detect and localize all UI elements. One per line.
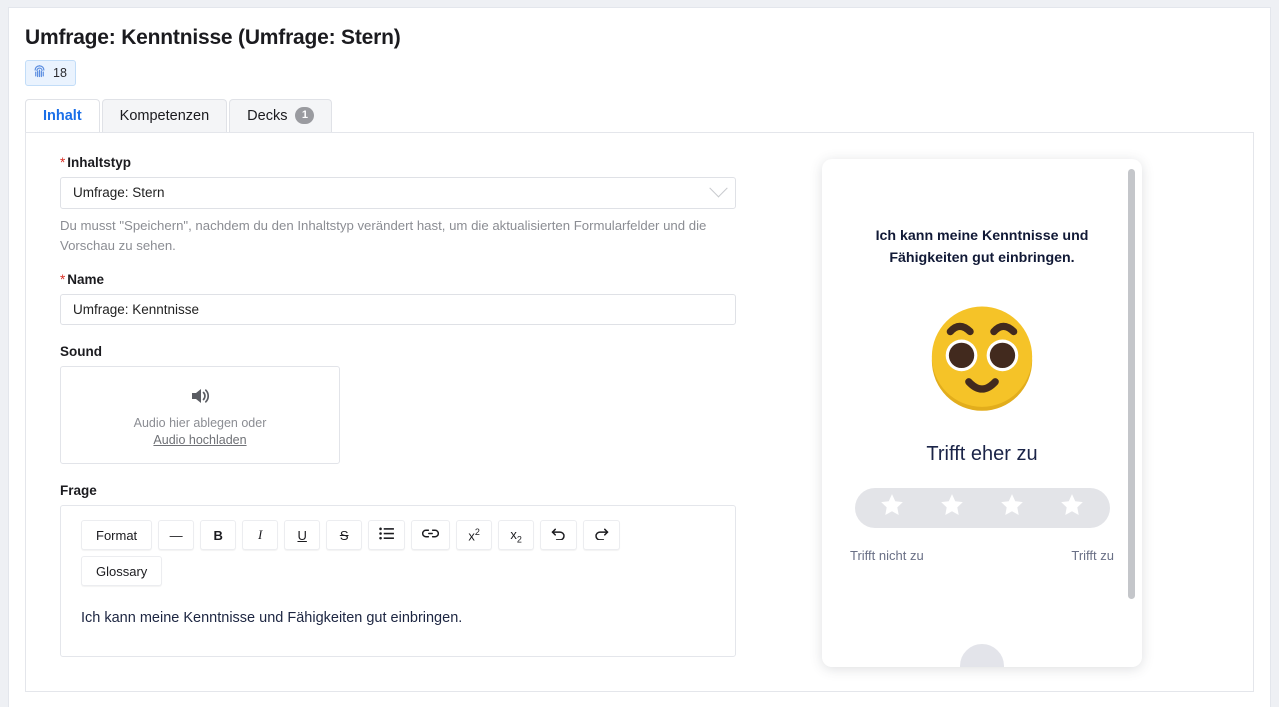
underline-button[interactable]: U — [284, 520, 321, 551]
name-input[interactable] — [60, 294, 736, 326]
question-label: Frage — [60, 483, 97, 499]
content-type-label: * Inhaltstyp — [60, 155, 786, 170]
chevron-down-icon — [709, 179, 728, 198]
scale-end-labels: Trifft nicht zu Trifft zu — [850, 548, 1114, 563]
preview-question-text: Ich kann meine Kenntnisse und Fähigkeite… — [875, 227, 1089, 266]
subscript-icon: x2 — [510, 526, 522, 545]
bold-button[interactable]: B — [200, 520, 237, 551]
content-panel: * Inhaltstyp Umfrage: Stern Du musst "Spe… — [25, 131, 1254, 692]
italic-button[interactable]: I — [242, 520, 279, 551]
redo-button[interactable] — [583, 520, 621, 551]
redo-icon — [594, 527, 609, 543]
horizontal-rule-button[interactable]: — — [158, 520, 195, 551]
smiling-face-icon — [916, 292, 1048, 429]
content-type-help-text: Du musst "Speichern", nachdem du den Inh… — [60, 217, 707, 253]
tab-decks-label: Decks — [247, 107, 288, 124]
content-type-value: Umfrage: Stern — [73, 185, 165, 200]
content-type-select[interactable]: Umfrage: Stern — [60, 176, 736, 209]
badge-row: 18 — [25, 60, 1270, 86]
tab-kompetenzen-label: Kompetenzen — [119, 107, 210, 124]
content-type-label-text: Inhaltstyp — [67, 154, 132, 170]
app-page: Umfrage: Kenntnisse (Umfrage: Stern) 18 … — [8, 7, 1271, 707]
name-label-text: Name — [67, 272, 105, 288]
sound-label: Sound — [60, 344, 102, 360]
underline-icon: U — [297, 527, 307, 543]
star-icon[interactable] — [939, 492, 965, 523]
superscript-button[interactable]: x2 — [456, 520, 493, 551]
tab-decks-count: 1 — [295, 107, 315, 124]
editor-toolbar-row2: Glossary — [61, 550, 735, 587]
preview-rating-label: Trifft eher zu — [926, 442, 1038, 465]
phone-frame: Ich kann meine Kenntnisse und Fähigkeite… — [822, 158, 1142, 667]
form-column: * Inhaltstyp Umfrage: Stern Du musst "Spe… — [26, 133, 786, 691]
audio-upload-link[interactable]: Audio hochladen — [153, 433, 246, 447]
star-icon[interactable] — [879, 492, 905, 523]
question-editor-body[interactable]: Ich kann meine Kenntnisse und Fähigkeite… — [61, 586, 735, 656]
required-marker: * — [60, 272, 66, 288]
tab-bar: Inhalt Kompetenzen Decks 1 — [25, 98, 1270, 132]
star-rating-group[interactable] — [854, 487, 1110, 528]
tab-inhalt[interactable]: Inhalt — [25, 98, 100, 132]
page-header: Umfrage: Kenntnisse (Umfrage: Stern) 18 … — [9, 8, 1270, 132]
strikethrough-icon: S — [339, 527, 349, 543]
usage-count-badge[interactable]: 18 — [25, 60, 76, 86]
question-editor: Format — B I U S x2 x2 Glossary Ich kann… — [60, 505, 736, 658]
glossary-button[interactable]: Glossary — [81, 556, 163, 587]
preview-emoji — [822, 292, 1142, 429]
editor-toolbar: Format — B I U S x2 x2 — [61, 506, 735, 551]
tab-decks[interactable]: Decks 1 — [229, 98, 333, 132]
bold-icon: B — [213, 527, 223, 543]
fingerprint-icon — [32, 64, 47, 82]
preview-panel: Ich kann meine Kenntnisse und Fähigkeite… — [822, 158, 1142, 667]
required-marker: * — [60, 154, 66, 170]
preview-scrollbar[interactable] — [1128, 168, 1135, 599]
glossary-button-label: Glossary — [96, 563, 148, 579]
star-icon[interactable] — [999, 492, 1025, 523]
speaker-icon — [187, 384, 213, 413]
superscript-icon: x2 — [468, 527, 480, 544]
bullet-list-icon — [379, 527, 395, 543]
subscript-button[interactable]: x2 — [498, 520, 535, 551]
page-title: Umfrage: Kenntnisse (Umfrage: Stern) — [25, 26, 401, 49]
undo-icon — [551, 527, 566, 543]
audio-drop-text: Audio hier ablegen oder — [133, 415, 267, 430]
link-button[interactable] — [411, 520, 451, 551]
strikethrough-button[interactable]: S — [326, 520, 363, 551]
audio-dropzone[interactable]: Audio hier ablegen oder Audio hochladen — [60, 366, 340, 465]
bullet-list-button[interactable] — [368, 520, 406, 551]
scale-high-label: Trifft zu — [1071, 547, 1114, 563]
tab-kompetenzen[interactable]: Kompetenzen — [101, 98, 228, 132]
usage-count-value: 18 — [53, 65, 67, 80]
name-label: * Name — [60, 272, 786, 287]
scale-low-label: Trifft nicht zu — [850, 547, 924, 563]
horizontal-rule-icon: — — [169, 527, 183, 543]
undo-button[interactable] — [540, 520, 578, 551]
tab-inhalt-label: Inhalt — [43, 107, 82, 124]
format-button-label: Format — [96, 527, 138, 543]
star-icon[interactable] — [1059, 492, 1085, 523]
italic-icon: I — [258, 527, 263, 543]
format-button[interactable]: Format — [81, 520, 153, 551]
link-icon — [422, 527, 440, 543]
